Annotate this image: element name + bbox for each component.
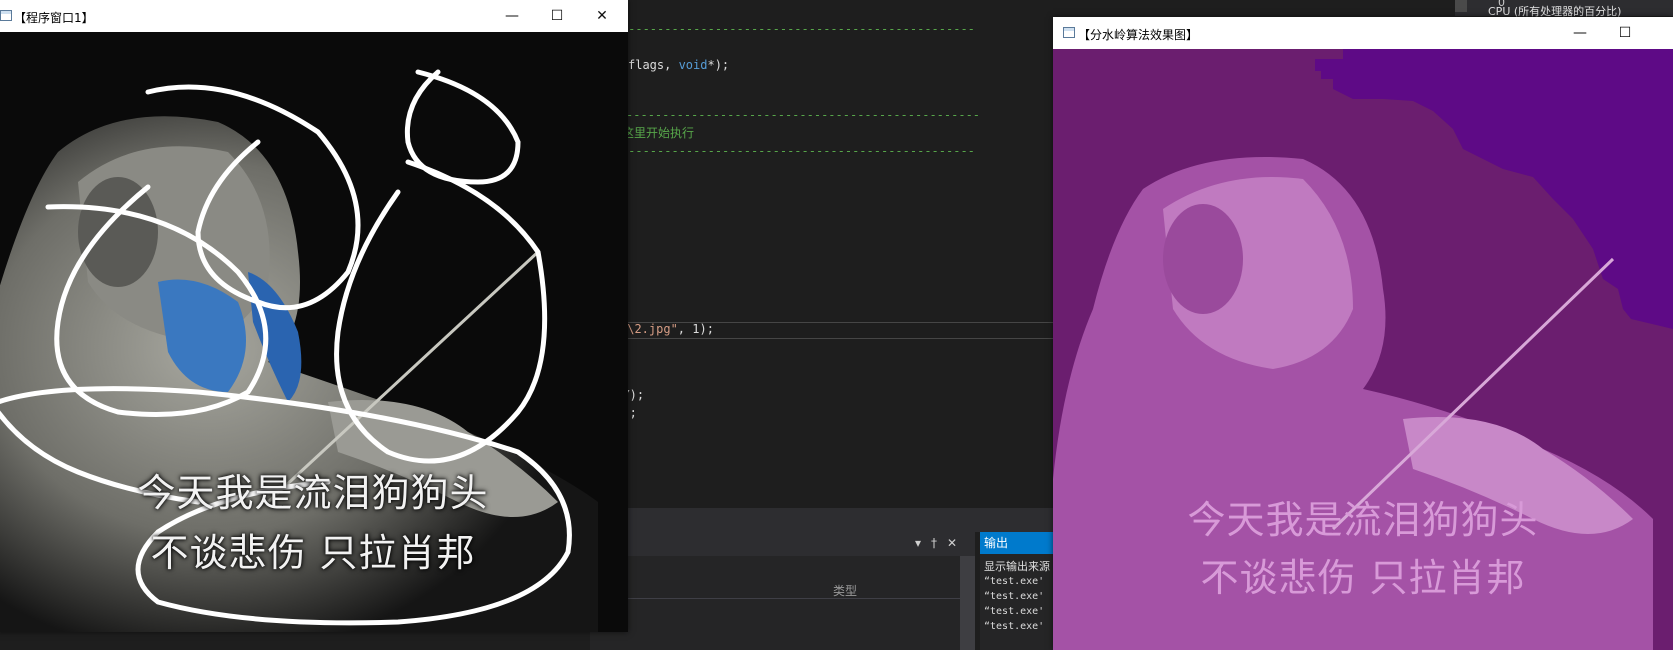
window-title: 【程序窗口1】 bbox=[14, 11, 94, 25]
minimize-button[interactable]: — bbox=[1566, 21, 1594, 45]
image-caption-line-2: 不谈悲伤 只拉肖邦 bbox=[150, 531, 476, 575]
column-header-type[interactable]: 类型 bbox=[833, 582, 857, 599]
image-caption-line-1: 今天我是流泪狗狗头 bbox=[1187, 498, 1539, 542]
window-title: 【分水岭算法效果图】 bbox=[1078, 28, 1199, 42]
image-caption-line-1: 今天我是流泪狗狗头 bbox=[137, 471, 489, 515]
code-comment-separator: ----------------------------------------… bbox=[592, 22, 975, 36]
window-watershed-result[interactable]: 【分水岭算法效果图】 — ☐ 今天我是流泪狗狗头 不谈悲伤 只拉肖邦 bbox=[1053, 17, 1673, 650]
code-comment-separator: 】---------------------------------------… bbox=[614, 108, 981, 122]
column-divider bbox=[590, 598, 975, 599]
output-source-label: 显示输出来源 bbox=[984, 560, 1050, 573]
titlebar[interactable]: 【程序窗口1】 — ☐ ✕ bbox=[0, 0, 628, 32]
panel-scrollbar[interactable] bbox=[960, 556, 975, 650]
code-comment-separator: ----------------------------------------… bbox=[592, 144, 975, 158]
output-line: “test.exe' bbox=[984, 576, 1045, 587]
minimize-button[interactable]: — bbox=[498, 4, 526, 28]
close-icon[interactable]: ✕ bbox=[947, 536, 957, 550]
image-caption-line-2: 不谈悲伤 只拉肖邦 bbox=[1200, 556, 1526, 600]
window-icon bbox=[0, 10, 12, 21]
output-line: “test.exe' bbox=[984, 606, 1045, 617]
titlebar[interactable]: 【分水岭算法效果图】 — ☐ bbox=[1053, 17, 1673, 49]
window-program-1[interactable]: 【程序窗口1】 — ☐ ✕ 今天我是流泪狗狗头 不谈悲伤 只拉肖邦 bbox=[0, 0, 628, 632]
error-list-body bbox=[590, 556, 975, 650]
close-button[interactable]: ✕ bbox=[588, 4, 616, 28]
editor-scrollbar-band[interactable] bbox=[590, 508, 1060, 532]
code-line: flags, void*); bbox=[628, 58, 730, 72]
output-tab[interactable]: 输出 bbox=[980, 532, 1059, 554]
window-icon bbox=[1063, 27, 1075, 38]
output-line: “test.exe' bbox=[984, 591, 1045, 602]
maximize-button[interactable]: ☐ bbox=[1611, 21, 1639, 45]
source-image[interactable]: 今天我是流泪狗狗头 不谈悲伤 只拉肖邦 bbox=[0, 32, 628, 632]
pin-icon[interactable]: † bbox=[931, 536, 937, 550]
code-line: \\2.jpg", 1); bbox=[620, 322, 714, 336]
maximize-button[interactable]: ☐ bbox=[543, 4, 571, 28]
output-line: “test.exe' bbox=[984, 621, 1045, 632]
diagnostics-marker bbox=[1455, 0, 1467, 12]
watershed-image[interactable]: 今天我是流泪狗狗头 不谈悲伤 只拉肖邦 bbox=[1053, 49, 1673, 650]
panel-dropdown-icon[interactable]: ▾ bbox=[915, 536, 921, 550]
